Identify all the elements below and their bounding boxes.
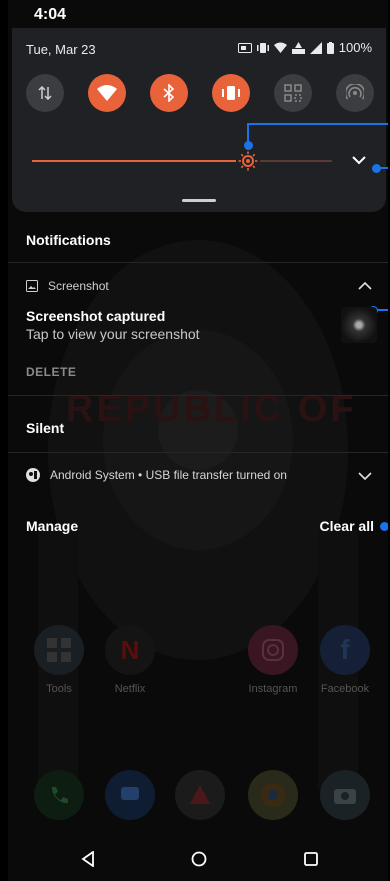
app-instagram[interactable]: Instagram <box>246 625 300 695</box>
notifications-header: Notifications <box>26 232 111 248</box>
brightness-sun-icon[interactable] <box>238 151 258 171</box>
brightness-track-filled <box>32 160 236 162</box>
app-tools[interactable]: Tools <box>32 625 86 695</box>
battery-icon <box>326 41 334 54</box>
quick-settings-tiles <box>26 74 376 118</box>
android-system-icon <box>26 468 40 482</box>
delete-button[interactable]: DELETE <box>26 365 76 379</box>
lte-status-icon <box>291 41 305 54</box>
qr-code-icon <box>284 84 302 102</box>
clear-all-button[interactable]: Clear all <box>320 518 374 534</box>
chevron-up-icon[interactable] <box>358 281 372 290</box>
home-screen-background: REPUBLIC OF Tools N Netflix Instagram f … <box>8 200 388 881</box>
tile-hotspot[interactable] <box>336 74 374 112</box>
home-button[interactable] <box>188 848 210 870</box>
navigation-bar <box>8 838 388 881</box>
phone-icon <box>34 770 84 820</box>
facebook-icon: f <box>320 625 370 675</box>
brightness-slider[interactable] <box>32 146 332 176</box>
chevron-down-icon[interactable] <box>352 155 366 165</box>
dock-phone[interactable] <box>32 770 86 820</box>
battery-percent: 100% <box>338 40 372 55</box>
status-time: 4:04 <box>34 6 67 23</box>
chrome-icon <box>248 770 298 820</box>
android-system-notification[interactable]: Android System • USB file transfer turne… <box>26 468 287 482</box>
vibrate-icon <box>222 86 240 100</box>
signal-icon <box>309 41 322 54</box>
netflix-icon: N <box>105 625 155 675</box>
screenshot-notification-app-row[interactable]: Screenshot <box>26 279 109 293</box>
dock-browser[interactable] <box>173 770 227 820</box>
wifi-icon <box>97 85 117 101</box>
divider <box>8 452 388 453</box>
chevron-down-icon[interactable] <box>358 472 372 481</box>
app-facebook[interactable]: f Facebook <box>318 625 372 695</box>
back-icon <box>81 851 94 867</box>
notification-app-name: Screenshot <box>48 279 109 293</box>
wifi-status-icon <box>273 42 287 53</box>
image-icon <box>26 280 38 292</box>
vibrate-status-icon <box>256 42 269 53</box>
annotation-line <box>247 123 388 125</box>
tile-qr-scanner[interactable] <box>274 74 312 112</box>
divider <box>8 395 388 396</box>
tile-mobile-data[interactable] <box>26 74 64 112</box>
tile-bluetooth[interactable] <box>150 74 188 112</box>
qs-status-icons: 100% <box>237 40 372 55</box>
dock-camera[interactable] <box>318 770 372 820</box>
silent-header: Silent <box>26 420 65 436</box>
brightness-track-empty <box>260 160 332 162</box>
annotation-dot <box>243 141 253 150</box>
annotation-dot <box>380 522 388 531</box>
app-label: Instagram <box>248 683 298 695</box>
triangle-app-icon <box>175 770 225 820</box>
quick-settings-panel: Tue, Mar 23 100% <box>12 28 386 212</box>
bluetooth-icon <box>163 84 175 102</box>
system-notification-text: Android System • USB file transfer turne… <box>50 468 287 482</box>
dock-messages[interactable] <box>103 770 157 820</box>
notification-title[interactable]: Screenshot captured <box>26 308 165 324</box>
app-label: Facebook <box>320 683 370 695</box>
camera-icon <box>320 770 370 820</box>
dock-chrome[interactable] <box>246 770 300 820</box>
drag-handle[interactable] <box>182 199 216 202</box>
recents-button[interactable] <box>300 848 322 870</box>
notification-text[interactable]: Tap to view your screenshot <box>26 326 200 342</box>
home-icon <box>191 851 207 867</box>
recents-icon <box>304 852 318 866</box>
tile-wifi[interactable] <box>88 74 126 112</box>
annotation-dot <box>372 163 381 173</box>
back-button[interactable] <box>77 848 99 870</box>
mobile-data-icon <box>38 86 52 100</box>
instagram-icon <box>248 625 298 675</box>
tools-folder-icon <box>34 625 84 675</box>
manage-button[interactable]: Manage <box>26 518 78 534</box>
screenshot-thumbnail[interactable] <box>341 307 377 343</box>
hotspot-icon <box>346 84 364 100</box>
messages-icon <box>105 770 155 820</box>
app-netflix[interactable]: N Netflix <box>103 625 157 695</box>
app-label: Netflix <box>114 683 146 695</box>
qs-date: Tue, Mar 23 <box>26 42 96 57</box>
tile-vibrate[interactable] <box>212 74 250 112</box>
divider <box>8 262 388 263</box>
nfc-icon <box>237 42 252 53</box>
screen: REPUBLIC OF Tools N Netflix Instagram f … <box>8 0 388 881</box>
app-label: Tools <box>46 683 72 695</box>
